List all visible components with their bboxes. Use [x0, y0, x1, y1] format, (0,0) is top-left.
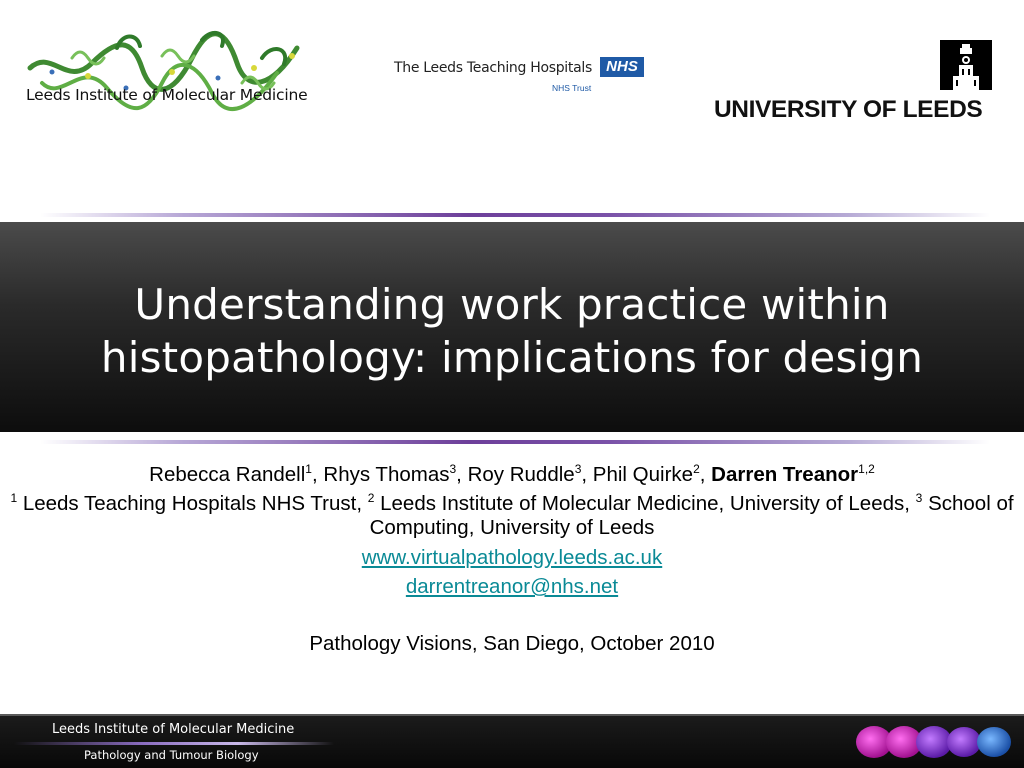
- nhs-trust-label: NHS Trust: [552, 83, 592, 93]
- author-name-presenter: Darren Treanor: [711, 463, 859, 486]
- affiliation-sup: 1: [10, 491, 18, 505]
- nhs-badge: NHS: [600, 57, 644, 77]
- stained-cells-icon: [856, 726, 1011, 758]
- footer-department: Pathology and Tumour Biology: [84, 748, 259, 762]
- bottom-divider: [40, 440, 990, 444]
- author-sup: 3: [574, 462, 582, 476]
- footer-institute: Leeds Institute of Molecular Medicine: [52, 722, 295, 737]
- email-link[interactable]: darrentreanor@nhs.net: [8, 575, 1016, 599]
- author-name: Roy Ruddle: [467, 463, 575, 486]
- title-line-1: Understanding work practice within: [134, 280, 890, 329]
- event-line: Pathology Visions, San Diego, October 20…: [309, 632, 715, 655]
- affiliation-text: Leeds Institute of Molecular Medicine, U…: [380, 492, 910, 515]
- author-name: Phil Quirke: [592, 463, 694, 486]
- slide-body: Rebecca Randell1, Rhys Thomas3, Roy Rudd…: [8, 463, 1016, 656]
- author-sup: 1,2: [858, 462, 875, 476]
- author-sup: 3: [449, 462, 457, 476]
- university-name: UNIVERSITY OF LEEDS: [714, 96, 983, 123]
- protein-ribbon-icon: [27, 30, 300, 112]
- slide-title: Understanding work practice within histo…: [0, 278, 1024, 384]
- limm-logo-text: Leeds Institute of Molecular Medicine: [26, 86, 308, 104]
- limm-logo: Leeds Institute of Molecular Medicine: [22, 28, 334, 128]
- university-of-leeds-logo: UNIVERSITY OF LEEDS: [714, 38, 996, 128]
- footer-divider: [14, 742, 334, 745]
- ltht-name: The Leeds Teaching Hospitals: [394, 60, 592, 76]
- affiliation-text: Leeds Teaching Hospitals NHS Trust,: [22, 492, 363, 515]
- parkinson-tower-icon: [940, 40, 992, 90]
- leeds-teaching-hospitals-logo: The Leeds Teaching Hospitals NHS NHS Tru…: [394, 56, 654, 96]
- affiliation-sup: 2: [367, 491, 375, 505]
- author-sup: 1: [305, 462, 312, 476]
- affiliation-list: 1 Leeds Teaching Hospitals NHS Trust, 2 …: [8, 492, 1016, 540]
- author-name: Rhys Thomas: [323, 463, 450, 486]
- title-line-2: histopathology: implications for design: [100, 333, 924, 382]
- author-list: Rebecca Randell1, Rhys Thomas3, Roy Rudd…: [149, 462, 875, 486]
- author-name: Rebecca Randell: [149, 463, 306, 486]
- title-band: Understanding work practice within histo…: [0, 222, 1024, 432]
- website-link[interactable]: www.virtualpathology.leeds.ac.uk: [8, 546, 1016, 570]
- author-sup: 2: [693, 462, 700, 476]
- affiliation-sup: 3: [915, 491, 923, 505]
- footer-top-border: [0, 714, 1024, 716]
- top-divider: [40, 213, 990, 217]
